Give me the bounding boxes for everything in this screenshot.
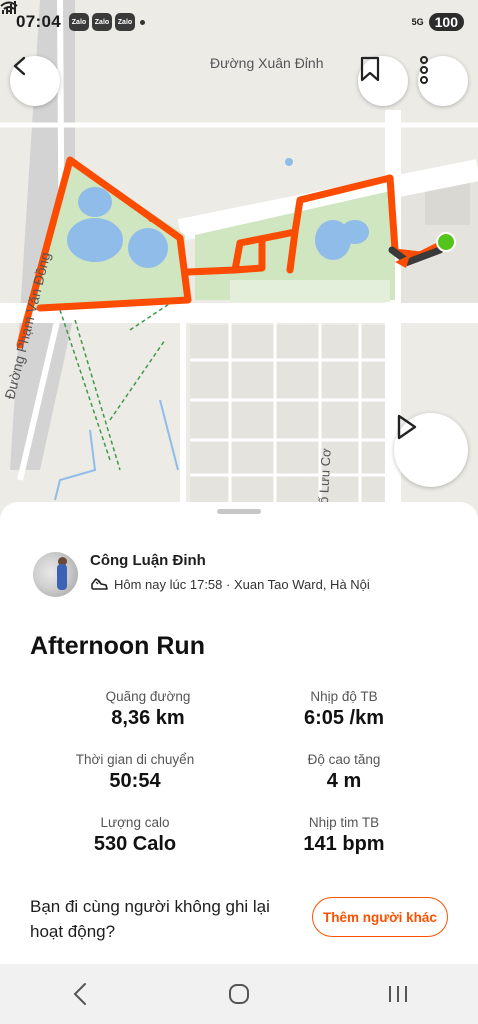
nav-home-button[interactable] [209,974,269,1014]
signal-icon [2,1,16,14]
stat-value: 530 Calo [93,833,177,855]
bookmark-icon [360,56,380,82]
status-bar: 07:04 Zalo Zalo Zalo 5G 100 [0,0,478,44]
add-others-button[interactable]: Thêm người khác [312,897,448,937]
more-notifications-dot-icon [139,19,145,25]
nav-back-button[interactable] [50,974,110,1014]
play-icon [397,414,417,440]
zalo-notification-icon: Zalo [91,13,112,31]
stat-moving-time: Thời gian di chuyển 50:54 [35,752,235,793]
stat-label: Thời gian di chuyển [75,752,195,767]
battery-indicator: 100 [428,13,464,31]
stat-label: Quãng đường [105,689,191,704]
street-label-top: Đường Xuân Đỉnh [210,55,324,71]
zalo-notification-icon: Zalo [114,13,135,31]
stat-label: Lượng calo [100,815,170,830]
nav-home-icon [228,984,249,1004]
back-button[interactable] [10,56,60,106]
stat-avg-pace: Nhịp độ TB 6:05 /km [244,689,444,730]
more-vertical-icon [420,56,428,84]
athlete-name[interactable]: Công Luận Đinh [90,552,206,569]
avatar[interactable] [33,552,78,597]
drag-handle[interactable] [217,509,261,514]
more-options-button[interactable] [418,56,468,106]
stat-distance: Quãng đường 8,36 km [48,689,248,730]
activity-meta: Hôm nay lúc 17:58 · Xuan Tao Ward, Hà Nộ… [90,576,370,592]
play-flyover-button[interactable] [394,413,468,487]
stat-label: Nhịp tim TB [308,815,380,830]
activity-sheet: Công Luận Đinh Hôm nay lúc 17:58 · Xuan … [0,502,478,964]
stat-value: 6:05 /km [303,707,385,729]
clock: 07:04 [16,12,61,31]
avatar-figure [57,564,67,590]
stat-avg-heart-rate: Nhịp tim TB 141 bpm [244,815,444,856]
system-nav-bar [0,964,478,1024]
stat-value: 50:54 [109,770,161,792]
route-map[interactable]: Đường Xuân Đỉnh Đường Phạm Văn Đồng Phố … [0,0,478,530]
stat-value: 4 m [326,770,362,792]
add-others-prompt: Bạn đi cùng người không ghi lại hoạt độn… [30,897,270,941]
stat-value: 141 bpm [303,833,385,855]
stat-elevation-gain: Độ cao tăng 4 m [244,752,444,793]
nav-recents-icon [389,986,408,1002]
nav-recents-button[interactable] [368,974,428,1014]
activity-meta-text: Hôm nay lúc 17:58 · Xuan Tao Ward, Hà Nộ… [114,576,370,592]
stat-value: 8,36 km [111,707,185,729]
zalo-notification-icon: Zalo [68,13,89,31]
stat-label: Nhịp độ TB [310,689,378,704]
running-shoe-icon [91,578,108,590]
chevron-left-icon [13,56,26,76]
stat-calories: Lượng calo 530 Calo [35,815,235,856]
network-type: 5G [411,16,424,27]
bookmark-button[interactable] [358,56,408,106]
stat-label: Độ cao tăng [307,752,381,767]
nav-back-icon [73,983,86,1005]
activity-title: Afternoon Run [30,632,205,660]
